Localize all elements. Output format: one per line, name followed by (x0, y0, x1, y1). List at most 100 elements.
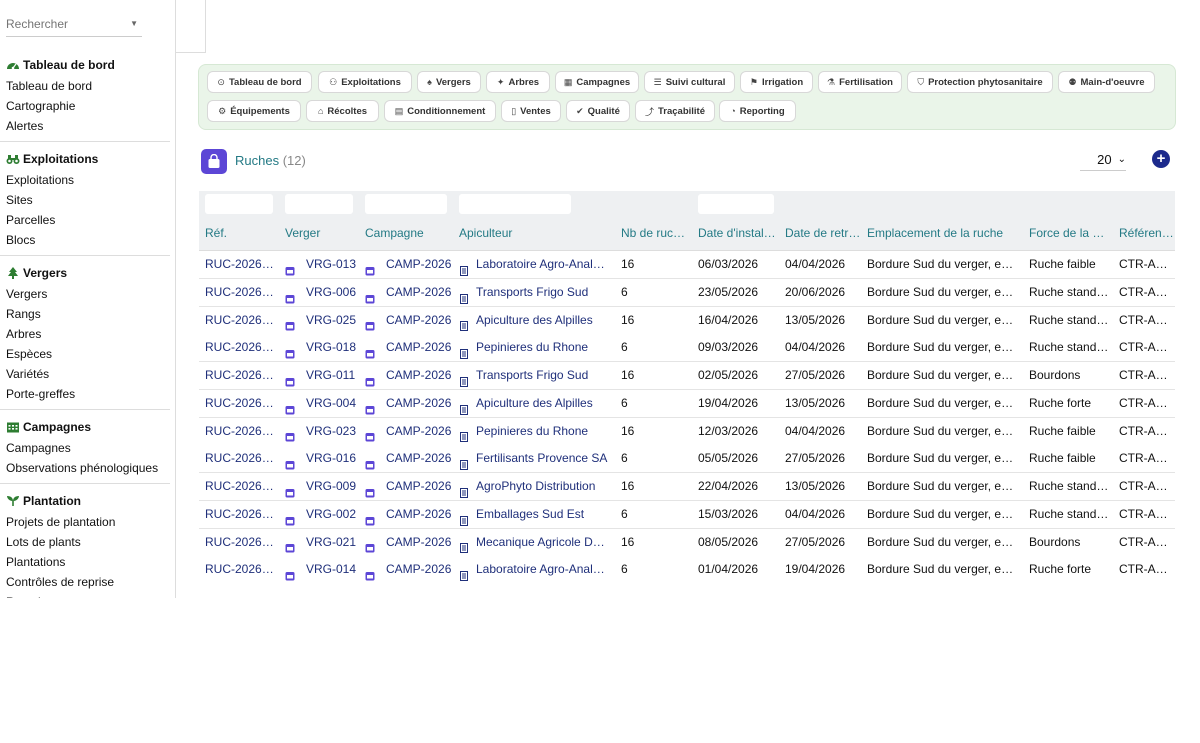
sidebar-item[interactable]: Contrôles de reprise (6, 572, 172, 592)
table-row[interactable]: RUC-2026-04 VRG-009 CAMP-2026 AgroPhyto Dis… (199, 473, 1175, 501)
column-header[interactable]: Date de retrait (785, 221, 861, 250)
cell-ref[interactable]: RUC-2026-08 (205, 362, 277, 388)
sidebar-item[interactable]: Alertes (6, 116, 172, 136)
table-row[interactable]: RUC-2026-10 VRG-025 CAMP-2026 Apiculture de… (199, 306, 1175, 335)
search-box[interactable]: ▼ (6, 14, 142, 37)
sidebar-section-title[interactable]: Exploitations (6, 150, 172, 168)
cell-apiculteur[interactable]: Pepinieres du Rhone (459, 334, 609, 360)
cell-ref[interactable]: RUC-2026-06 (205, 418, 277, 444)
sidebar-item[interactable]: Rangs (6, 304, 172, 324)
table-row[interactable]: RUC-2026-08 VRG-011 CAMP-2026 Transports Fr… (199, 362, 1175, 390)
nav-button[interactable]: ◔ Reporting (719, 100, 796, 122)
cell-campagne[interactable]: CAMP-2026 (365, 445, 455, 471)
cell-ref[interactable]: RUC-2026-04 (205, 473, 277, 499)
search-input[interactable] (6, 14, 126, 34)
nav-button[interactable]: ▦ Campagnes (555, 71, 639, 93)
cell-verger[interactable]: VRG-018 (285, 334, 361, 360)
column-header[interactable]: Verger (285, 221, 361, 250)
nav-button[interactable]: ▤ Conditionnement (384, 100, 496, 122)
nav-button[interactable]: ⚗ Fertilisation (818, 71, 902, 93)
cell-campagne[interactable]: CAMP-2026 (365, 556, 455, 582)
nav-button[interactable]: ✦ Arbres (486, 71, 550, 93)
nav-button[interactable]: ⚑ Irrigation (740, 71, 813, 93)
cell-apiculteur[interactable]: Transports Frigo Sud (459, 279, 609, 305)
sidebar-item[interactable]: Observations phénologiques (6, 458, 172, 478)
column-header[interactable]: Emplacement de la ruche (867, 221, 1017, 250)
table-row[interactable]: RUC-2026-12 VRG-013 CAMP-2026 Laboratoire A… (199, 251, 1175, 279)
cell-verger[interactable]: VRG-013 (285, 251, 361, 277)
chevron-down-icon[interactable]: ▼ (130, 19, 138, 28)
cell-apiculteur[interactable]: Apiculture des Alpilles (459, 390, 609, 416)
cell-campagne[interactable]: CAMP-2026 (365, 473, 455, 499)
nav-button[interactable]: ⤴ Traçabilité (635, 100, 715, 122)
cell-verger[interactable]: VRG-004 (285, 390, 361, 416)
sidebar-section-title[interactable]: Campagnes (6, 418, 172, 436)
add-button[interactable]: + (1152, 150, 1170, 168)
cell-ref[interactable]: RUC-2026-01 (205, 556, 277, 582)
column-filter-input[interactable] (698, 194, 774, 214)
nav-button[interactable]: ⌂ Récoltes (306, 100, 379, 122)
sidebar-item[interactable]: Parcelles (6, 210, 172, 230)
cell-apiculteur[interactable]: Emballages Sud Est (459, 501, 609, 527)
sidebar-item[interactable]: Projets de plantation (6, 512, 172, 532)
cell-apiculteur[interactable]: Laboratoire Agro-Analyses (459, 251, 609, 277)
cell-campagne[interactable]: CAMP-2026 (365, 501, 455, 527)
cell-ref[interactable]: RUC-2026-07 (205, 390, 277, 416)
sidebar-item[interactable]: Porte-greffes (6, 384, 172, 404)
nav-button[interactable]: ✔ Qualité (566, 100, 630, 122)
column-header[interactable]: Force de la colonie (1029, 221, 1109, 250)
cell-campagne[interactable]: CAMP-2026 (365, 362, 455, 388)
table-row[interactable]: RUC-2026-03 VRG-002 CAMP-2026 Emballages Su… (199, 500, 1175, 529)
column-header[interactable]: Réf. (205, 221, 277, 250)
cell-apiculteur[interactable]: Mecanique Agricole Durance (459, 529, 609, 555)
sidebar-item[interactable]: Cartographie (6, 96, 172, 116)
cell-apiculteur[interactable]: Apiculture des Alpilles (459, 307, 609, 333)
sidebar-item[interactable]: Vergers (6, 284, 172, 304)
nav-button[interactable]: ⛉ Protection phytosanitaire (907, 71, 1053, 93)
sidebar-item[interactable]: Sites (6, 190, 172, 210)
table-row[interactable]: RUC-2026-02 VRG-021 CAMP-2026 Mecanique Agr… (199, 528, 1175, 557)
nav-button[interactable]: ⚇ Exploitations (318, 71, 412, 93)
sidebar-section-title[interactable]: Vergers (6, 264, 172, 282)
sidebar-item[interactable]: Campagnes (6, 438, 172, 458)
sidebar-section-title[interactable]: Plantation (6, 492, 172, 510)
cell-verger[interactable]: VRG-002 (285, 501, 361, 527)
sidebar-item[interactable]: Espèces (6, 344, 172, 364)
table-row[interactable]: RUC-2026-06 VRG-023 CAMP-2026 Pepinieres du… (199, 417, 1175, 446)
column-header[interactable]: Date d'installation (698, 221, 778, 250)
cell-campagne[interactable]: CAMP-2026 (365, 279, 455, 305)
cell-ref[interactable]: RUC-2026-03 (205, 501, 277, 527)
sidebar-item[interactable]: Variétés (6, 364, 172, 384)
cell-apiculteur[interactable]: Laboratoire Agro-Analyses (459, 556, 609, 582)
cell-ref[interactable]: RUC-2026-11 (205, 279, 277, 305)
cell-apiculteur[interactable]: Fertilisants Provence SA (459, 445, 609, 471)
column-header[interactable]: Apiculteur (459, 221, 609, 250)
sidebar-item[interactable]: Blocs (6, 230, 172, 250)
cell-apiculteur[interactable]: AgroPhyto Distribution (459, 473, 609, 499)
column-header[interactable]: Référence contrat (1119, 221, 1175, 250)
sidebar-item[interactable]: Exploitations (6, 170, 172, 190)
sidebar-section-title[interactable]: Tableau de bord (6, 56, 172, 74)
column-filter-input[interactable] (285, 194, 353, 214)
column-header[interactable]: Nb de ruches (621, 221, 691, 250)
table-row[interactable]: RUC-2026-11 VRG-006 CAMP-2026 Transports Fr… (199, 278, 1175, 307)
cell-verger[interactable]: VRG-025 (285, 307, 361, 333)
table-row[interactable]: RUC-2026-05 VRG-016 CAMP-2026 Fertilisants … (199, 445, 1175, 474)
cell-campagne[interactable]: CAMP-2026 (365, 418, 455, 444)
nav-button[interactable]: ♠ Vergers (417, 71, 481, 93)
nav-button[interactable]: ⊙ Tableau de bord (207, 71, 312, 93)
cell-campagne[interactable]: CAMP-2026 (365, 334, 455, 360)
cell-campagne[interactable]: CAMP-2026 (365, 390, 455, 416)
cell-ref[interactable]: RUC-2026-12 (205, 251, 277, 277)
sidebar-item[interactable]: Plantations (6, 552, 172, 572)
table-row[interactable]: RUC-2026-07 VRG-004 CAMP-2026 Apiculture de… (199, 389, 1175, 418)
cell-verger[interactable]: VRG-009 (285, 473, 361, 499)
column-header[interactable]: Campagne (365, 221, 455, 250)
cell-campagne[interactable]: CAMP-2026 (365, 307, 455, 333)
nav-button[interactable]: ☰ Suivi cultural (644, 71, 735, 93)
cell-apiculteur[interactable]: Transports Frigo Sud (459, 362, 609, 388)
cell-ref[interactable]: RUC-2026-09 (205, 334, 277, 360)
sidebar-item[interactable]: Lots de plants (6, 532, 172, 552)
cell-verger[interactable]: VRG-014 (285, 556, 361, 582)
cell-apiculteur[interactable]: Pepinieres du Rhone (459, 418, 609, 444)
